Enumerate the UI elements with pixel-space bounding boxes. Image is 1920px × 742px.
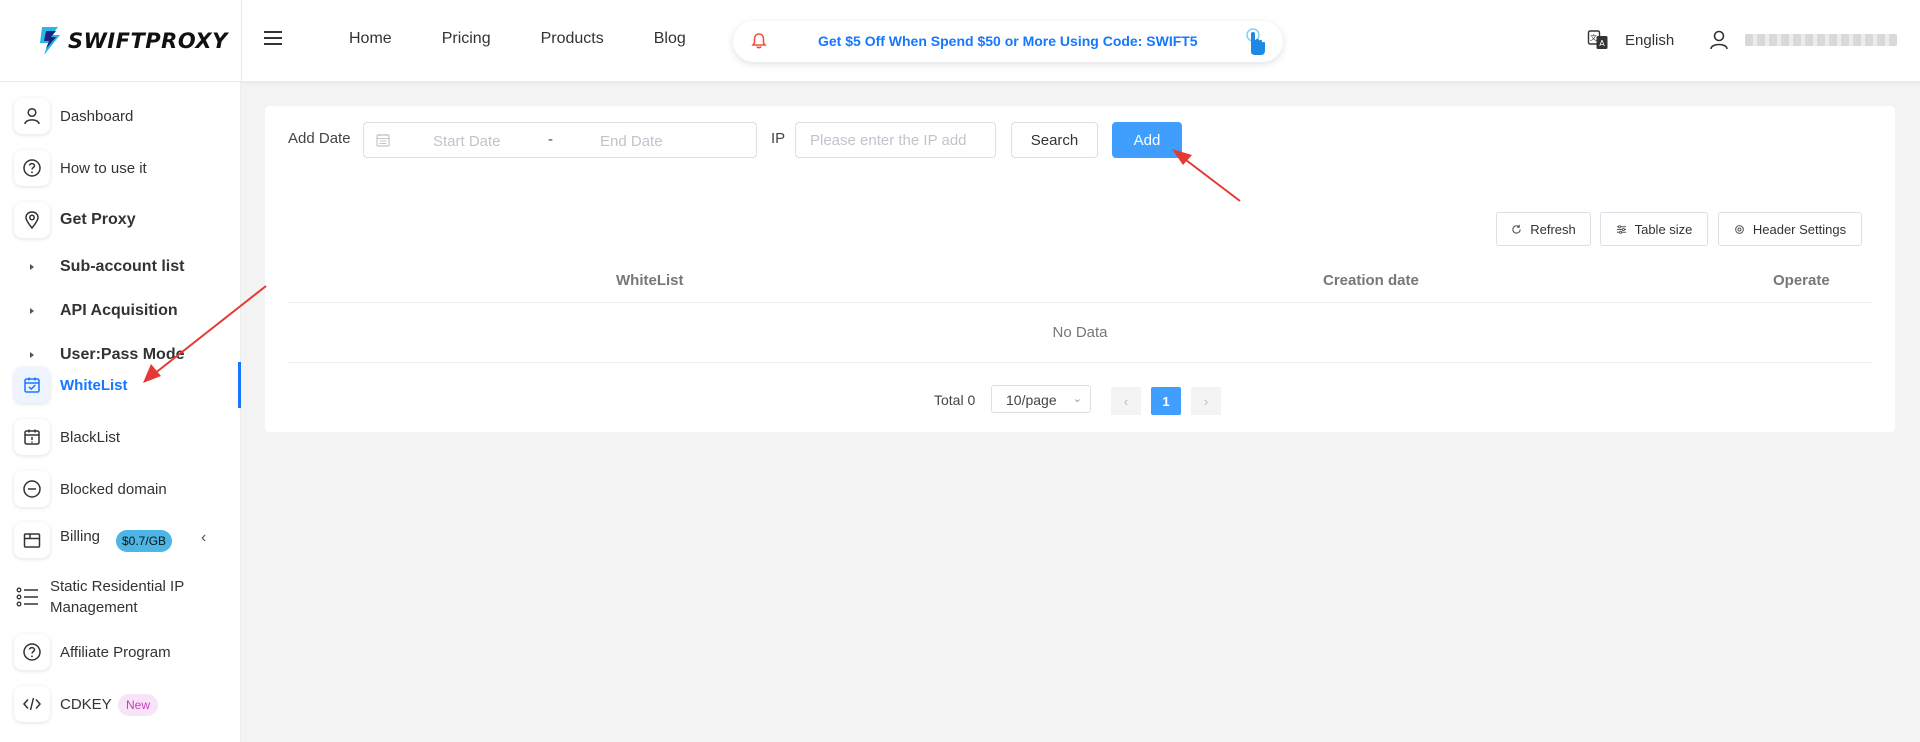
logo-mark-icon: [40, 27, 60, 55]
sidebar-item-whitelist[interactable]: WhiteList: [0, 362, 241, 408]
help-circle-icon: [14, 150, 50, 186]
add-button[interactable]: Add: [1112, 122, 1182, 158]
pointer-hand-icon: [1246, 28, 1265, 55]
page-number-button[interactable]: 1: [1151, 387, 1181, 415]
nav-pricing[interactable]: Pricing: [442, 30, 491, 48]
search-button[interactable]: Search: [1011, 122, 1098, 158]
sidebar-item-get-proxy[interactable]: Get Proxy: [0, 197, 241, 243]
caret-right-icon: [30, 264, 34, 270]
total-count: Total 0: [934, 392, 976, 408]
language-switcher[interactable]: A 文 English: [1587, 29, 1674, 51]
sliders-icon: [1616, 224, 1626, 234]
sidebar-item-label: Dashboard: [60, 107, 134, 125]
date-range-picker[interactable]: Start Date - End Date: [363, 122, 757, 158]
translate-icon: A 文: [1587, 30, 1608, 49]
sidebar-item-label: API Acquisition: [60, 302, 178, 319]
user-icon[interactable]: [1709, 29, 1729, 51]
language-label: English: [1625, 31, 1675, 49]
help-circle-icon: [14, 634, 50, 670]
ip-label: IP: [771, 130, 786, 147]
promo-banner[interactable]: Get $5 Off When Spend $50 or More Using …: [733, 21, 1283, 62]
code-icon: [14, 686, 50, 722]
box-icon: [14, 522, 50, 558]
table-bottom-divider: [288, 362, 1872, 363]
calendar-icon: [376, 134, 390, 147]
chevron-left-icon: ‹: [1123, 393, 1129, 409]
nav-home[interactable]: Home: [349, 30, 392, 48]
sidebar-item-label: How to use it: [60, 159, 147, 177]
sidebar-item-billing[interactable]: Billing $0.7/GB ‹: [0, 517, 241, 563]
sidebar-item-label: Billing: [60, 528, 101, 545]
calendar-alert-icon: [14, 419, 50, 455]
header-settings-label: Header Settings: [1752, 221, 1847, 237]
sidebar-item-label: WhiteList: [60, 376, 128, 394]
new-badge: New: [118, 694, 159, 716]
caret-right-icon: [30, 352, 34, 358]
sidebar-item-label: CDKEY: [60, 695, 112, 713]
sidebar-item-how-to-use[interactable]: How to use it: [0, 145, 241, 191]
minus-circle-icon: [14, 471, 50, 507]
ip-search-input[interactable]: [795, 122, 996, 158]
page-size-select[interactable]: 10/page ⌄: [991, 385, 1091, 413]
table-size-label: Table size: [1634, 221, 1693, 237]
sidebar-item-label: Get Proxy: [60, 211, 136, 228]
end-date-input[interactable]: End Date: [600, 133, 663, 150]
sidebar-item-blocked-domain[interactable]: Blocked domain: [0, 466, 241, 512]
sidebar-item-label: BlackList: [60, 428, 121, 446]
sidebar: Dashboard How to use it Get Proxy Sub-ac…: [0, 82, 241, 742]
refresh-button[interactable]: Refresh: [1496, 212, 1591, 246]
whitelist-panel: Add Date Start Date - End Date IP Search…: [265, 106, 1895, 432]
next-page-button[interactable]: ›: [1191, 387, 1221, 415]
sidebar-item-cdkey[interactable]: CDKEY New: [0, 681, 241, 727]
svg-text:文: 文: [1590, 33, 1597, 42]
logo[interactable]: SWIFTPROXY: [36, 20, 228, 62]
nav-products[interactable]: Products: [541, 30, 604, 48]
nav-blog[interactable]: Blog: [654, 30, 686, 48]
column-header-operate: Operate: [1773, 272, 1830, 289]
sidebar-item-label: Affiliate Program: [60, 643, 171, 661]
header-settings-button[interactable]: Header Settings: [1718, 212, 1862, 246]
chevron-right-icon: ›: [1203, 393, 1209, 409]
chevron-down-icon: ⌄: [1072, 393, 1082, 405]
refresh-label: Refresh: [1530, 221, 1576, 237]
user-icon: [14, 98, 50, 134]
sidebar-item-label: Sub-account list: [60, 258, 185, 275]
column-header-creation-date: Creation date: [1323, 272, 1419, 289]
prev-page-button[interactable]: ‹: [1111, 387, 1141, 415]
promo-text: Get $5 Off When Spend $50 or More Using …: [818, 33, 1198, 49]
date-separator: -: [548, 131, 553, 148]
svg-text:A: A: [1599, 39, 1605, 48]
empty-table-text: No Data: [1052, 324, 1108, 341]
header-divider: [241, 0, 242, 82]
start-date-input[interactable]: Start Date: [433, 133, 501, 150]
calendar-check-icon: [14, 367, 50, 403]
table-size-button[interactable]: Table size: [1600, 212, 1708, 246]
page-size-value: 10/page: [1006, 392, 1057, 408]
sidebar-item-dashboard[interactable]: Dashboard: [0, 93, 241, 139]
logo-text: SWIFTPROXY: [68, 29, 228, 53]
refresh-icon: [1512, 224, 1521, 234]
top-nav: Home Pricing Products Blog: [349, 30, 736, 48]
sidebar-item-api-acquisition[interactable]: API Acquisition: [0, 289, 241, 333]
active-indicator: [238, 362, 241, 408]
caret-right-icon: [30, 308, 34, 314]
column-header-whitelist: WhiteList: [616, 272, 684, 289]
user-name-redacted[interactable]: [1745, 34, 1897, 46]
top-header: SWIFTPROXY Home Pricing Products Blog Ge…: [0, 0, 1920, 82]
sidebar-item-sub-account-list[interactable]: Sub-account list: [0, 245, 241, 289]
chevron-left-icon[interactable]: ‹: [201, 529, 206, 547]
sidebar-item-blacklist[interactable]: BlackList: [0, 414, 241, 460]
location-pin-icon: [14, 202, 50, 238]
gear-icon: [1735, 224, 1744, 234]
hamburger-menu-icon[interactable]: [264, 31, 282, 49]
sidebar-item-affiliate-program[interactable]: Affiliate Program: [0, 629, 241, 675]
sidebar-item-static-residential-ip[interactable]: Static Residential IP Management: [0, 572, 241, 622]
sidebar-item-label: Static Residential IP Management: [50, 578, 184, 616]
sidebar-item-label: Blocked domain: [60, 480, 167, 498]
add-date-label: Add Date: [288, 130, 351, 147]
bell-icon: [751, 33, 767, 49]
list-icon: [16, 586, 40, 608]
table-header-divider: [288, 302, 1872, 303]
price-badge: $0.7/GB: [116, 530, 173, 552]
